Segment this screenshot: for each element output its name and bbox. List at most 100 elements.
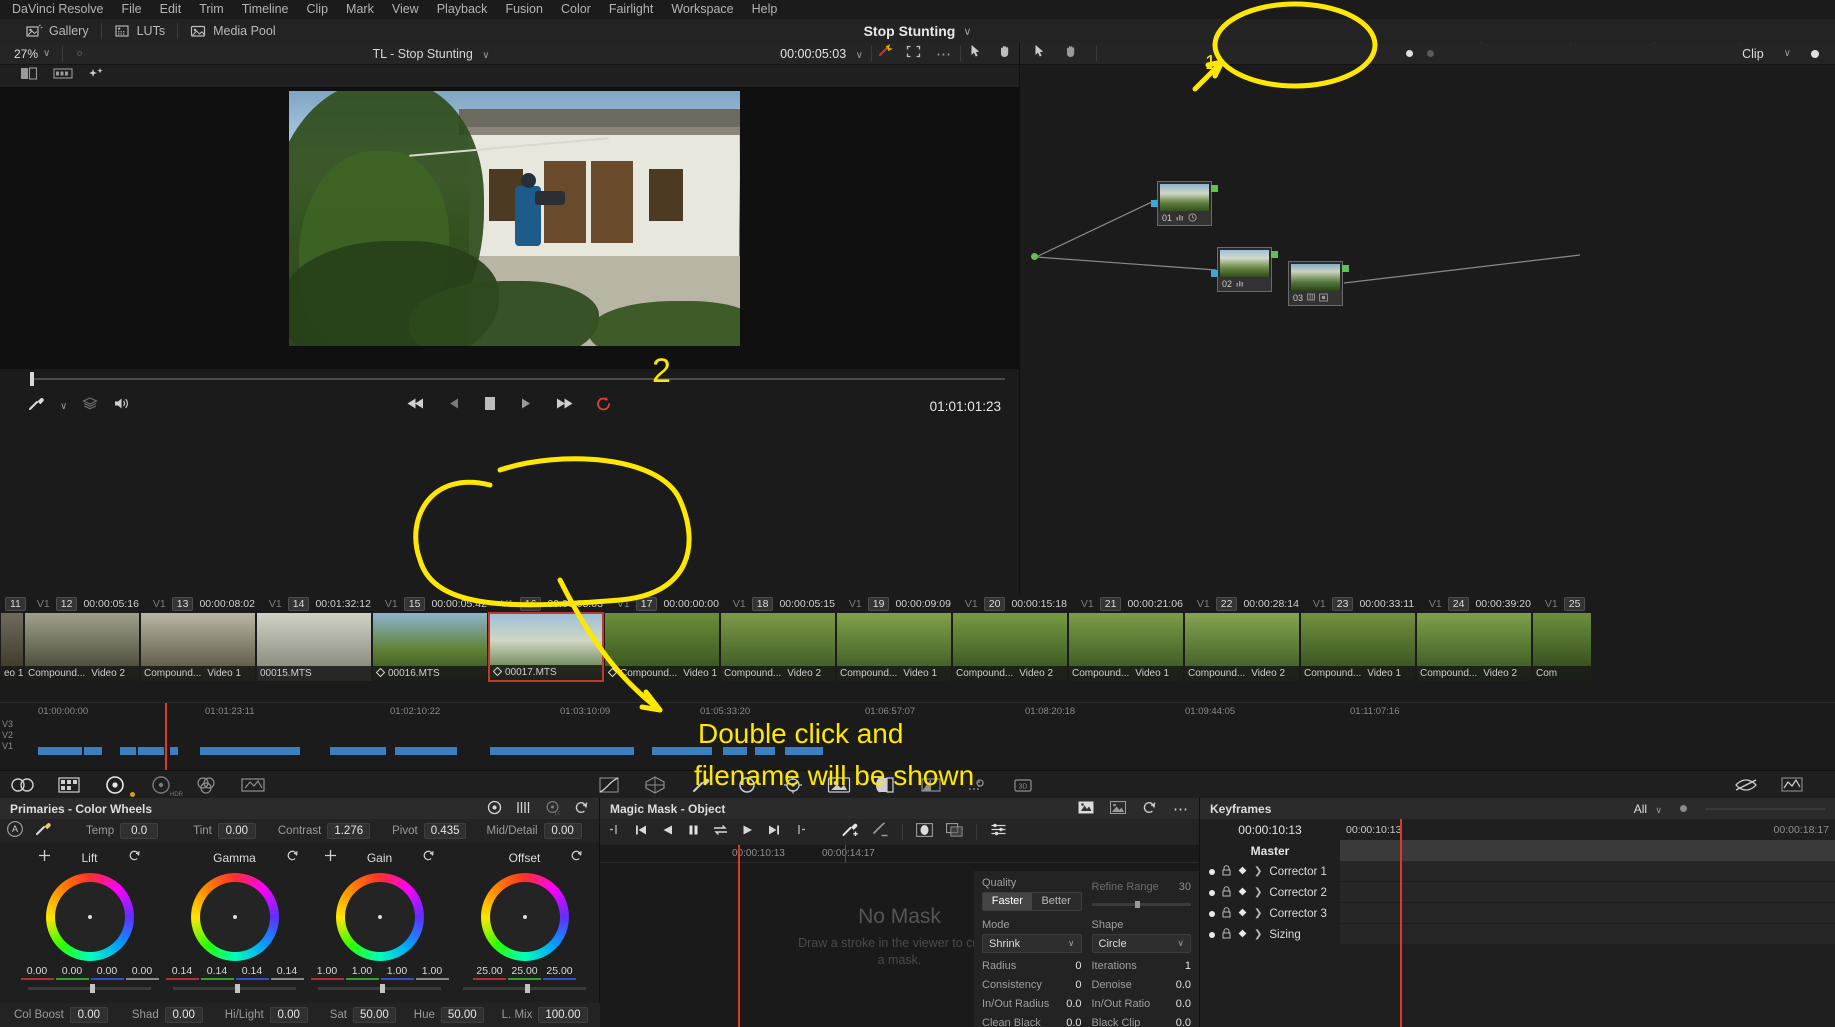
mm-param-value[interactable]: 0: [1075, 960, 1081, 972]
wheel-gain-v0[interactable]: 1.00: [311, 965, 344, 977]
field-tint[interactable]: Tint 0.00: [193, 823, 256, 839]
node-01-input-port[interactable]: [1151, 200, 1158, 207]
wheel-gamma-v0[interactable]: 0.14: [166, 965, 199, 977]
settings-icon[interactable]: [990, 822, 1007, 842]
menu-item-trim[interactable]: Trim: [190, 0, 233, 19]
field-mid-detail-value[interactable]: 0.00: [543, 823, 582, 839]
node-source-port[interactable]: [1031, 253, 1038, 260]
clip-thumbnail-23[interactable]: Compound... Video 1: [1300, 612, 1416, 682]
menu-item-edit[interactable]: Edit: [151, 0, 191, 19]
scrub-track[interactable]: [30, 378, 1005, 380]
wheel-gamma-v2[interactable]: 0.14: [236, 965, 269, 977]
clip-thumbnail-16[interactable]: 00017.MTS: [488, 612, 604, 682]
magic-mask-ruler[interactable]: 00:00:10:13 00:00:14:17: [600, 845, 1199, 863]
mm-param-value[interactable]: 0.0: [1066, 998, 1081, 1010]
bypass-color-grades-icon[interactable]: [1723, 771, 1769, 799]
menu-item-playback[interactable]: Playback: [428, 0, 497, 19]
offset-reset-icon[interactable]: [570, 849, 583, 867]
clip-thumbnail-19[interactable]: Compound... Video 1: [836, 612, 952, 682]
keyframe-enable-dot[interactable]: [1209, 931, 1215, 938]
node-view-dot-inactive[interactable]: [1426, 50, 1434, 57]
clip-header-21[interactable]: V1 21 00:00:21:06: [1076, 595, 1192, 612]
wheel-gain-ring[interactable]: [335, 873, 424, 961]
mm-param[interactable]: Radius 0: [982, 956, 1082, 975]
node-view-dot-active[interactable]: [1405, 50, 1413, 57]
clip-thumbnail-20[interactable]: Compound... Video 2: [952, 612, 1068, 682]
wheel-gamma-v1[interactable]: 0.14: [201, 965, 234, 977]
invert-icon[interactable]: [946, 822, 963, 842]
curves-palette-icon[interactable]: [586, 771, 632, 799]
jump-to-start-icon[interactable]: [406, 396, 426, 416]
wheel-offset-v1[interactable]: 25.00: [508, 965, 541, 977]
node-02-input-port[interactable]: [1211, 270, 1218, 277]
timeline-clip-bar[interactable]: [395, 747, 457, 755]
loop-icon[interactable]: [595, 396, 613, 417]
refine-range-knob[interactable]: [1135, 901, 1141, 908]
field-col-boost-value[interactable]: 0.00: [69, 1007, 108, 1023]
keyframe-row-corrector-1[interactable]: ❯ Corrector 1: [1200, 861, 1340, 882]
menu-item-view[interactable]: View: [383, 0, 428, 19]
clip-thumbnail-17[interactable]: Compound... Video 1: [604, 612, 720, 682]
wheel-gain-v1[interactable]: 1.00: [346, 965, 379, 977]
next-frame-icon[interactable]: [794, 823, 807, 841]
wheel-offset-center[interactable]: [522, 915, 527, 919]
keyframes-master-track[interactable]: [1340, 840, 1835, 861]
wheel-gamma-v3[interactable]: 0.14: [271, 965, 304, 977]
refine-range-slider[interactable]: [1091, 901, 1191, 908]
lock-icon[interactable]: [1222, 906, 1231, 921]
node-letter-badge[interactable]: A: [0, 820, 30, 843]
field-sat-value[interactable]: 50.00: [352, 1007, 396, 1023]
shape-select[interactable]: Circle ∨: [1091, 934, 1191, 953]
gain-reset-icon[interactable]: [422, 849, 435, 867]
hdr-palette-icon[interactable]: HDR: [138, 771, 184, 799]
wheel-gain-v2[interactable]: 1.00: [381, 965, 414, 977]
menu-item-davinci-resolve[interactable]: DaVinci Resolve: [0, 0, 112, 19]
keyframes-mode-dot[interactable]: [1680, 805, 1687, 812]
menu-item-file[interactable]: File: [112, 0, 150, 19]
menu-item-mark[interactable]: Mark: [337, 0, 383, 19]
node-01-output-port[interactable]: [1211, 185, 1218, 192]
reset-icon[interactable]: [574, 800, 589, 818]
scrub-playhead[interactable]: [30, 372, 34, 386]
clip-thumbnail-22[interactable]: Compound... Video 2: [1184, 612, 1300, 682]
wheel-offset[interactable]: Offset 25.00 25.00 25.00: [453, 849, 596, 993]
keyframe-row-corrector-2[interactable]: ❯ Corrector 2: [1200, 882, 1340, 903]
keyframe-enable-dot[interactable]: [1209, 910, 1215, 917]
keyframe-diamond-icon[interactable]: [1238, 887, 1247, 899]
mini-timeline-ruler[interactable]: 01:00:00:00 01:01:23:11 01:02:10:22 01:03:1…: [0, 703, 1835, 719]
clip-thumbnail-14[interactable]: 00015.MTS: [256, 612, 372, 682]
timeline-playhead[interactable]: [165, 703, 167, 771]
wheel-gamma-ring[interactable]: [190, 873, 279, 961]
mm-param-value[interactable]: 0.0: [1066, 1017, 1081, 1027]
wheel-lift-center[interactable]: [87, 915, 92, 919]
mm-param[interactable]: In/Out Ratio 0.0: [1092, 994, 1192, 1013]
field-hue-value[interactable]: 50.00: [440, 1007, 484, 1023]
clip-header-23[interactable]: V1 23 00:00:33:11: [1308, 595, 1424, 612]
timeline-clip-bar[interactable]: [330, 747, 386, 755]
jump-to-end-icon[interactable]: [554, 396, 574, 416]
viewer-timeline-name[interactable]: TL - Stop Stunting ∨: [82, 47, 780, 61]
clip-header-11[interactable]: 11: [0, 595, 32, 612]
mask-overlay-icon[interactable]: [1078, 801, 1094, 817]
jump-start-icon[interactable]: [634, 823, 648, 842]
field-mid-detail[interactable]: Mid/Detail 0.00: [486, 823, 582, 839]
chevron-right-icon[interactable]: ❯: [1254, 887, 1262, 898]
node-mode-dot[interactable]: [1811, 49, 1819, 58]
wheel-lift-v2[interactable]: 0.00: [91, 965, 124, 977]
remove-stroke-icon[interactable]: [872, 822, 889, 842]
clip-thumbnail-15[interactable]: 00016.MTS: [372, 612, 488, 682]
auto-balance-icon[interactable]: [30, 821, 56, 841]
timeline-clip-bar[interactable]: [84, 747, 102, 755]
wheel-lift-v0[interactable]: 0.00: [21, 965, 54, 977]
node-03[interactable]: 03: [1288, 261, 1349, 306]
options-more-icon[interactable]: ⋯: [928, 45, 960, 63]
clip-header-19[interactable]: V1 19 00:00:09:09: [844, 595, 960, 612]
menu-item-color[interactable]: Color: [552, 0, 600, 19]
color-wheels-palette-icon[interactable]: [0, 771, 46, 799]
wheel-gamma[interactable]: Gamma 0.14 0.14 0.14 0.14: [163, 849, 306, 993]
bars-icon[interactable]: [516, 800, 531, 818]
keyframe-enable-dot[interactable]: [1209, 868, 1215, 875]
mm-param[interactable]: Consistency 0: [982, 975, 1082, 994]
clip-header-15[interactable]: V1 15 00:00:05:42: [380, 595, 496, 612]
menu-item-workspace[interactable]: Workspace: [662, 0, 742, 19]
